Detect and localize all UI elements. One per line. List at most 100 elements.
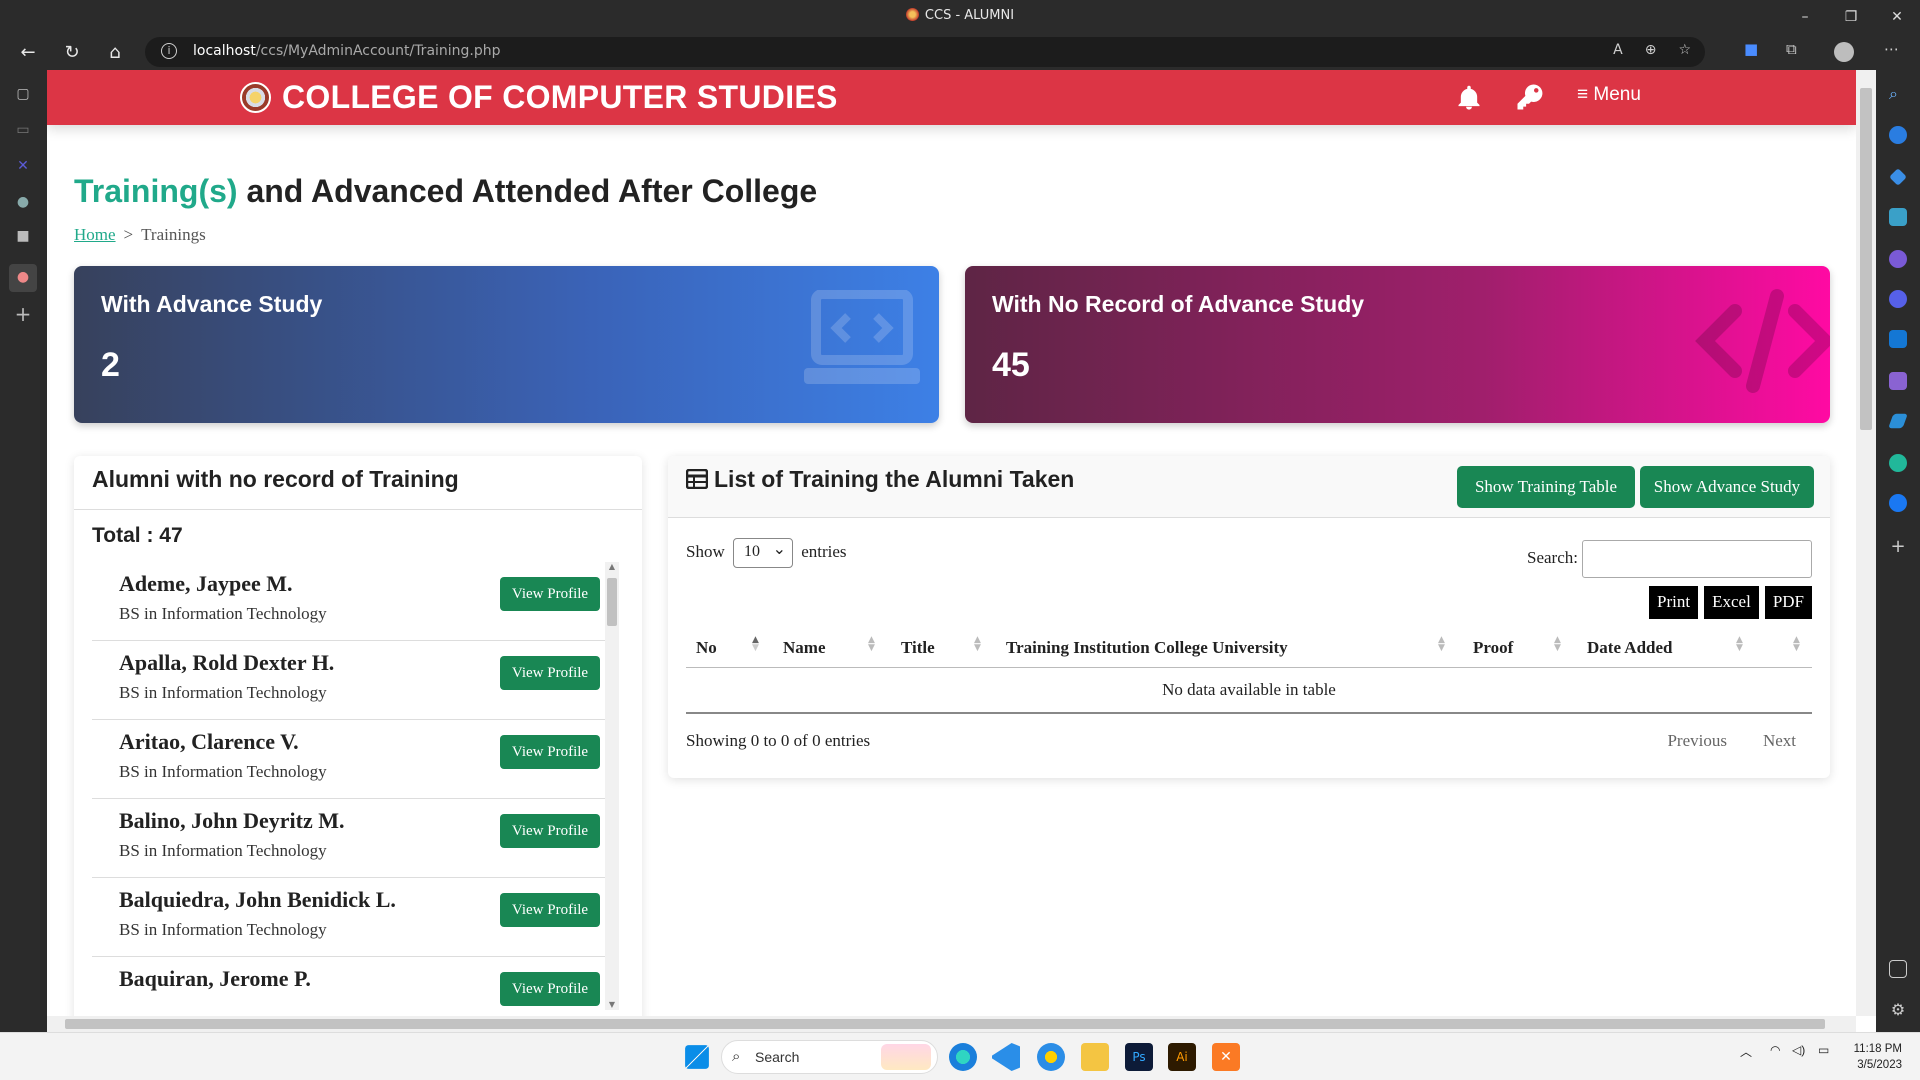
xampp-icon[interactable]: ✕ [1212, 1043, 1240, 1071]
excel-button[interactable]: Excel [1704, 586, 1759, 619]
illustrator-icon[interactable]: Ai [1168, 1043, 1196, 1071]
designer-icon[interactable] [1889, 372, 1907, 390]
vertical-scroll-thumb[interactable] [1860, 88, 1872, 430]
sort-icon[interactable]: ▲ ▼ [1554, 636, 1561, 653]
refresh-icon[interactable]: ↻ [58, 38, 86, 66]
search-input[interactable] [1582, 540, 1812, 578]
shopping-icon[interactable] [1889, 168, 1907, 186]
windows-start-icon[interactable] [685, 1045, 709, 1069]
profile-avatar[interactable] [1834, 42, 1854, 62]
breadcrumb-home-link[interactable]: Home [74, 225, 116, 244]
site-info-icon[interactable]: i [161, 43, 177, 59]
horizontal-scroll-thumb[interactable] [65, 1019, 1825, 1029]
page-horizontal-scrollbar[interactable] [47, 1016, 1856, 1032]
notification-bell-icon[interactable] [1455, 84, 1483, 112]
previous-page-button[interactable]: Previous [1667, 731, 1727, 750]
tab-icon[interactable]: ✕ [14, 158, 32, 176]
show-training-table-button[interactable]: Show Training Table [1457, 466, 1635, 508]
view-profile-button[interactable]: View Profile [500, 972, 600, 1006]
games-icon[interactable] [1889, 250, 1907, 268]
battery-icon[interactable]: ▭ [1818, 1043, 1829, 1057]
sort-icon[interactable]: ▲ ▼ [1438, 636, 1445, 653]
alumni-list[interactable]: Ademe, Jaypee M. BS in Information Techn… [92, 562, 610, 1016]
view-profile-button[interactable]: View Profile [500, 893, 600, 927]
home-icon[interactable]: ⌂ [101, 38, 129, 66]
view-profile-button[interactable]: View Profile [500, 656, 600, 690]
search-icon[interactable]: ⌕ [1889, 84, 1907, 103]
more-options-icon[interactable]: ⋯ [1884, 40, 1899, 58]
add-icon[interactable]: + [1889, 536, 1907, 557]
sort-icon[interactable]: ▲ ▼ [1736, 636, 1743, 653]
alumni-name: Aritao, Clarence V. [119, 729, 299, 754]
tray-overflow-icon[interactable]: ︿ [1740, 1043, 1752, 1060]
vscode-icon[interactable] [992, 1043, 1020, 1071]
sort-icon[interactable]: ▲ ▼ [974, 636, 981, 653]
column-header-date-added[interactable]: Date Added [1587, 638, 1672, 658]
restore-icon[interactable]: ❐ [1828, 0, 1874, 34]
column-header-name[interactable]: Name [783, 638, 825, 658]
key-icon[interactable] [1515, 82, 1545, 112]
volume-icon[interactable]: ◁) [1792, 1043, 1805, 1057]
app-icon[interactable] [1037, 1043, 1065, 1071]
read-aloud-icon[interactable]: A [1613, 42, 1623, 58]
list-item: Balquiedra, John Benidick L. BS in Infor… [92, 878, 610, 957]
send-icon[interactable] [1888, 413, 1908, 429]
close-icon[interactable]: ✕ [1874, 0, 1920, 34]
active-tab-icon[interactable]: ● [9, 264, 37, 292]
print-button[interactable]: Print [1649, 586, 1699, 619]
bitwarden-extension-icon[interactable]: ■ [1744, 40, 1758, 58]
tab-icon[interactable]: ▭ [14, 122, 32, 140]
tree-icon[interactable] [1889, 454, 1907, 472]
file-explorer-icon[interactable] [1081, 1043, 1109, 1071]
entries-select[interactable]: 10 [732, 538, 793, 568]
column-header-no[interactable]: No [696, 638, 717, 658]
list-scrollbar[interactable]: ▲ ▼ [605, 562, 619, 1010]
pdf-button[interactable]: PDF [1764, 586, 1812, 619]
next-page-button[interactable]: Next [1763, 731, 1796, 750]
new-tab-icon[interactable]: + [14, 302, 32, 326]
show-advance-study-table-button[interactable]: Show Advance Study table [1640, 466, 1814, 538]
facebook-icon[interactable] [1889, 494, 1907, 512]
minimize-icon[interactable]: – [1782, 0, 1828, 34]
wifi-icon[interactable]: ◠ [1770, 1043, 1780, 1057]
outlook-icon[interactable] [1889, 330, 1907, 348]
tab-actions-icon[interactable]: ▢ [14, 86, 32, 104]
menu-button[interactable]: ≡ Menu [1577, 84, 1641, 106]
list-item: Ademe, Jaypee M. BS in Information Techn… [92, 562, 610, 641]
edge-browser-icon[interactable] [949, 1043, 977, 1071]
column-header-proof[interactable]: Proof [1473, 638, 1513, 658]
extensions-icon[interactable]: ⧉ [1786, 40, 1797, 58]
taskbar-clock[interactable]: 11:18 PM 3/5/2023 [1848, 1041, 1902, 1073]
page-vertical-scrollbar[interactable] [1856, 70, 1876, 1016]
tools-icon[interactable] [1889, 208, 1907, 226]
back-arrow-icon[interactable]: ← [14, 38, 42, 66]
view-profile-button[interactable]: View Profile [500, 814, 600, 848]
column-header-title[interactable]: Title [901, 638, 935, 658]
no-advance-study-card: With No Record of Advance Study 45 [965, 266, 1830, 423]
total-count: Total : 47 [92, 524, 183, 547]
scroll-up-icon[interactable]: ▲ [605, 562, 619, 572]
site-header: COLLEGE OF COMPUTER STUDIES ≡ Menu [47, 70, 1856, 125]
office-icon[interactable] [1889, 290, 1907, 308]
taskbar-search[interactable]: ⌕ Search [721, 1040, 938, 1074]
photoshop-icon[interactable]: Ps [1125, 1043, 1153, 1071]
bing-chat-icon[interactable] [1889, 126, 1907, 144]
tab-icon[interactable]: ■ [14, 228, 32, 246]
sort-icon[interactable]: ▲ ▼ [1793, 636, 1800, 653]
zoom-icon[interactable]: ⊕ [1645, 42, 1657, 58]
column-header-institution[interactable]: Training Institution College University [1006, 638, 1288, 658]
sort-icon[interactable]: ▲ ▼ [752, 636, 759, 653]
alumni-name: Ademe, Jaypee M. [119, 571, 293, 596]
address-bar[interactable]: i localhost/ccs/MyAdminAccount/Training.… [145, 37, 1705, 67]
favorite-add-icon[interactable]: ☆ [1678, 42, 1691, 58]
sidebar-toggle-icon[interactable] [1889, 960, 1907, 978]
settings-gear-icon[interactable]: ⚙ [1889, 1000, 1907, 1019]
list-scroll-thumb[interactable] [607, 578, 617, 626]
scroll-down-icon[interactable]: ▼ [605, 1000, 619, 1010]
view-profile-button[interactable]: View Profile [500, 577, 600, 611]
alumni-name: Balino, John Deyritz M. [119, 808, 345, 833]
sort-icon[interactable]: ▲ ▼ [868, 636, 875, 653]
tab-icon[interactable]: ● [14, 194, 32, 212]
view-profile-button[interactable]: View Profile [500, 735, 600, 769]
url-text[interactable]: localhost/ccs/MyAdminAccount/Training.ph… [193, 43, 501, 59]
